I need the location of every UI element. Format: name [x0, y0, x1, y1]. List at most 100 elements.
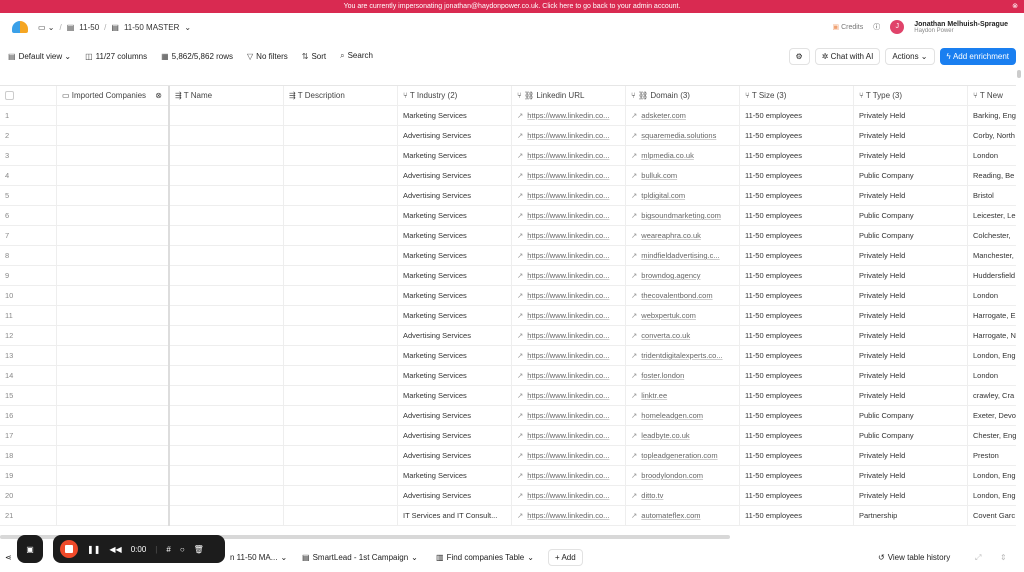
table-row[interactable]: 20 Advertising Services ↗ https://www.linke…: [0, 486, 1016, 506]
table-row[interactable]: 3 Marketing Services ↗ https://www.linkedin…: [0, 146, 1016, 166]
external-link-icon[interactable]: ↗: [517, 351, 523, 360]
imported-companies-cell[interactable]: [57, 346, 170, 366]
domain-cell-link[interactable]: leadbyte.co.uk: [641, 431, 689, 440]
imported-companies-cell[interactable]: [57, 206, 170, 226]
name-cell[interactable]: [170, 266, 284, 286]
row-number[interactable]: 11: [0, 306, 57, 326]
description-cell[interactable]: [284, 166, 398, 186]
external-link-icon[interactable]: ↗: [517, 371, 523, 380]
description-cell[interactable]: [284, 486, 398, 506]
domain-cell-link[interactable]: mindfieldadvertising.c...: [641, 251, 719, 260]
name-cell[interactable]: [170, 486, 284, 506]
location-cell[interactable]: London: [968, 286, 1016, 306]
tab-master[interactable]: n 11-50 MA... ⌄: [230, 553, 287, 562]
size-cell[interactable]: 11-50 employees: [740, 126, 854, 146]
location-cell[interactable]: Bristol: [968, 186, 1016, 206]
external-link-icon[interactable]: ↗: [631, 491, 637, 500]
linkedin-url-cell[interactable]: ↗ https://www.linkedin.co...: [512, 106, 626, 126]
external-link-icon[interactable]: ↗: [517, 391, 523, 400]
linkedin-url-cell[interactable]: ↗ https://www.linkedin.co...: [512, 346, 626, 366]
type-cell[interactable]: Partnership: [854, 506, 968, 526]
size-cell[interactable]: 11-50 employees: [740, 106, 854, 126]
industry-cell[interactable]: Advertising Services: [398, 446, 512, 466]
imported-companies-cell[interactable]: [57, 126, 170, 146]
external-link-icon[interactable]: ↗: [517, 191, 523, 200]
imported-companies-cell[interactable]: [57, 146, 170, 166]
description-cell[interactable]: [284, 266, 398, 286]
type-cell[interactable]: Privately Held: [854, 146, 968, 166]
description-cell[interactable]: [284, 306, 398, 326]
row-number[interactable]: 15: [0, 386, 57, 406]
linkedin-url-cell-link[interactable]: https://www.linkedin.co...: [527, 391, 609, 400]
restart-icon[interactable]: ○: [180, 545, 185, 554]
vertical-scrollbar[interactable]: [1017, 70, 1021, 78]
imported-companies-cell[interactable]: [57, 466, 170, 486]
table-row[interactable]: 2 Advertising Services ↗ https://www.linked…: [0, 126, 1016, 146]
imported-companies-cell[interactable]: [57, 426, 170, 446]
external-link-icon[interactable]: ↗: [517, 471, 523, 480]
domain-cell-link[interactable]: homeleadgen.com: [641, 411, 703, 420]
name-cell[interactable]: [170, 186, 284, 206]
external-link-icon[interactable]: ↗: [631, 511, 637, 520]
location-cell[interactable]: Chester, Eng: [968, 426, 1016, 446]
search-button[interactable]: ⌕ Search: [340, 51, 373, 61]
domain-cell[interactable]: ↗ leadbyte.co.uk: [626, 426, 740, 446]
name-cell[interactable]: [170, 446, 284, 466]
external-link-icon[interactable]: ↗: [631, 331, 637, 340]
linkedin-url-cell[interactable]: ↗ https://www.linkedin.co...: [512, 366, 626, 386]
domain-cell-link[interactable]: bigsoundmarketing.com: [641, 211, 721, 220]
collapse-icon[interactable]: ⇕: [1000, 553, 1007, 562]
domain-cell[interactable]: ↗ webxpertuk.com: [626, 306, 740, 326]
linkedin-url-cell-link[interactable]: https://www.linkedin.co...: [527, 411, 609, 420]
description-cell[interactable]: [284, 206, 398, 226]
linkedin-url-cell-link[interactable]: https://www.linkedin.co...: [527, 211, 609, 220]
external-link-icon[interactable]: ↗: [631, 111, 637, 120]
row-number[interactable]: 4: [0, 166, 57, 186]
description-cell[interactable]: [284, 246, 398, 266]
row-number[interactable]: 12: [0, 326, 57, 346]
row-number[interactable]: 19: [0, 466, 57, 486]
linkedin-url-cell-link[interactable]: https://www.linkedin.co...: [527, 311, 609, 320]
industry-cell[interactable]: Marketing Services: [398, 306, 512, 326]
industry-cell[interactable]: Marketing Services: [398, 366, 512, 386]
domain-cell-link[interactable]: tpldigital.com: [641, 191, 685, 200]
location-cell[interactable]: Harrogate, E: [968, 306, 1016, 326]
linkedin-url-cell[interactable]: ↗ https://www.linkedin.co...: [512, 146, 626, 166]
location-cell[interactable]: Preston: [968, 446, 1016, 466]
imported-companies-cell[interactable]: [57, 486, 170, 506]
name-cell[interactable]: [170, 146, 284, 166]
column-header-type[interactable]: ⑂ T Type (3): [854, 86, 968, 106]
column-header-new[interactable]: ⑂ T New: [968, 86, 1016, 106]
row-number[interactable]: 18: [0, 446, 57, 466]
stop-recording-button[interactable]: [60, 540, 78, 558]
size-cell[interactable]: 11-50 employees: [740, 406, 854, 426]
external-link-icon[interactable]: ↗: [631, 271, 637, 280]
location-cell[interactable]: crawley, Cra: [968, 386, 1016, 406]
domain-cell[interactable]: ↗ mlpmedia.co.uk: [626, 146, 740, 166]
domain-cell-link[interactable]: weareaphra.co.uk: [641, 231, 701, 240]
linkedin-url-cell-link[interactable]: https://www.linkedin.co...: [527, 351, 609, 360]
linkedin-url-cell-link[interactable]: https://www.linkedin.co...: [527, 511, 609, 520]
linkedin-url-cell[interactable]: ↗ https://www.linkedin.co...: [512, 206, 626, 226]
domain-cell-link[interactable]: webxpertuk.com: [641, 311, 696, 320]
industry-cell[interactable]: Advertising Services: [398, 166, 512, 186]
domain-cell[interactable]: ↗ linktr.ee: [626, 386, 740, 406]
size-cell[interactable]: 11-50 employees: [740, 166, 854, 186]
external-link-icon[interactable]: ↗: [631, 291, 637, 300]
row-number[interactable]: 10: [0, 286, 57, 306]
location-cell[interactable]: London, Eng: [968, 346, 1016, 366]
name-cell[interactable]: [170, 426, 284, 446]
domain-cell[interactable]: ↗ converta.co.uk: [626, 326, 740, 346]
name-cell[interactable]: [170, 346, 284, 366]
linkedin-url-cell-link[interactable]: https://www.linkedin.co...: [527, 271, 609, 280]
linkedin-url-cell-link[interactable]: https://www.linkedin.co...: [527, 451, 609, 460]
location-cell[interactable]: London, Eng: [968, 466, 1016, 486]
industry-cell[interactable]: Marketing Services: [398, 106, 512, 126]
description-cell[interactable]: [284, 346, 398, 366]
row-number[interactable]: 8: [0, 246, 57, 266]
name-cell[interactable]: [170, 226, 284, 246]
name-cell[interactable]: [170, 246, 284, 266]
external-link-icon[interactable]: ↗: [517, 131, 523, 140]
size-cell[interactable]: 11-50 employees: [740, 346, 854, 366]
external-link-icon[interactable]: ↗: [631, 451, 637, 460]
